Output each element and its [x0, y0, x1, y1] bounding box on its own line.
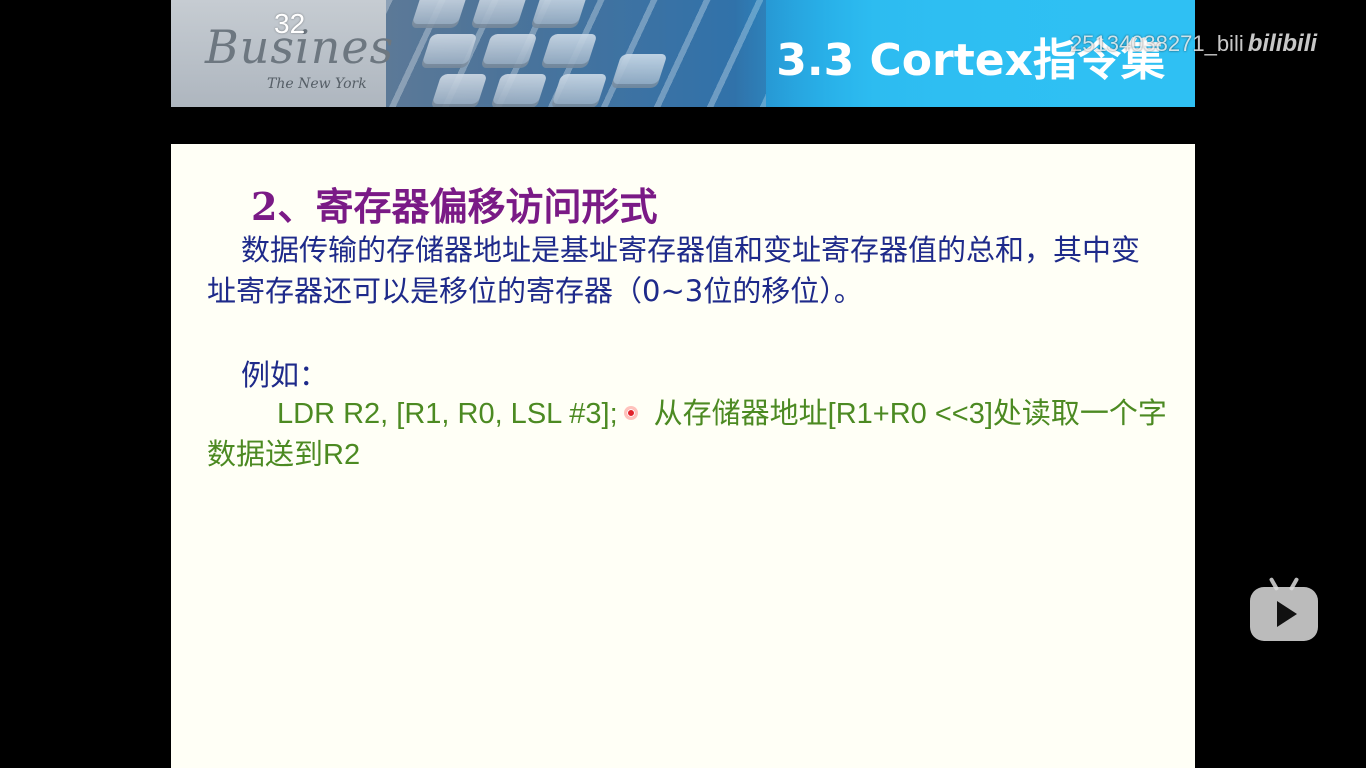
laser-pointer-icon	[624, 406, 638, 420]
slide-heading: 2、寄存器偏移访问形式	[251, 184, 658, 229]
keyboard-decoration	[386, 0, 766, 107]
slide-number: 32	[274, 8, 306, 39]
example-line: LDR R2, [R1, R0, LSL #3]; 从存储器地址[R1+R0 <<…	[207, 394, 1167, 476]
newspaper-subtitle-decoration: The New York	[267, 76, 367, 92]
example-code: LDR R2, [R1, R0, LSL #3];	[277, 398, 618, 430]
slide-banner: Busines The New York 32 3.3 Cortex指令集	[171, 0, 1195, 107]
bilibili-logo: bilibili	[1247, 30, 1318, 57]
uploader-watermark: 25134038271_bili bilibili	[1070, 30, 1317, 58]
play-icon	[1277, 601, 1297, 627]
slide-paragraph: 数据传输的存储器地址是基址寄存器值和变址寄存器值的总和，其中变址寄存器还可以是移…	[207, 233, 1141, 308]
play-button[interactable]	[1250, 576, 1318, 641]
example-label: 例如：	[241, 358, 329, 392]
watermark-id: 25134038271_bili	[1070, 31, 1244, 56]
slide-content: 2、寄存器偏移访问形式 数据传输的存储器地址是基址寄存器值和变址寄存器值的总和，…	[171, 144, 1195, 768]
video-player[interactable]: Busines The New York 32 3.3 Cortex指令集 2、…	[0, 0, 1366, 768]
